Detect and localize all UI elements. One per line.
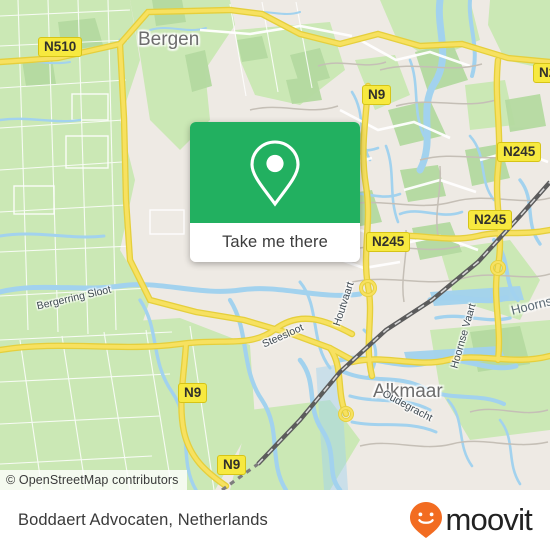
place-title: Boddaert Advocaten, Netherlands (18, 510, 268, 529)
moovit-smiley-pin-icon (410, 502, 443, 538)
take-me-there-label: Take me there (222, 233, 328, 251)
road-shield-n510: N510 (38, 37, 83, 58)
osm-attribution[interactable]: © OpenStreetMap contributors (0, 470, 187, 490)
road-shield-n245: N245 (497, 142, 542, 163)
road-shield-n9: N9 (362, 85, 392, 106)
map-city-label: Bergen (138, 29, 200, 50)
road-shield-n245: N245 (366, 232, 411, 253)
map-pin-icon (250, 139, 300, 207)
moovit-wordmark: moovit (445, 502, 532, 537)
road-shield-n9: N9 (217, 455, 247, 476)
road-shield-n245: N245 (468, 210, 513, 231)
card-action-area[interactable]: Take me there (190, 223, 360, 262)
footer-bar: Boddaert Advocaten, Netherlands moovit (0, 490, 550, 550)
road-shield-n9: N9 (178, 383, 208, 404)
road-shield-n245: N245 (533, 63, 550, 84)
card-pin-area (190, 122, 360, 223)
take-me-there-card[interactable]: Take me there (190, 122, 360, 262)
moovit-logo[interactable]: moovit (409, 501, 533, 539)
moovit-map-page: Bergen Alkmaar Bergerring Sloot Steesloo… (0, 0, 550, 550)
